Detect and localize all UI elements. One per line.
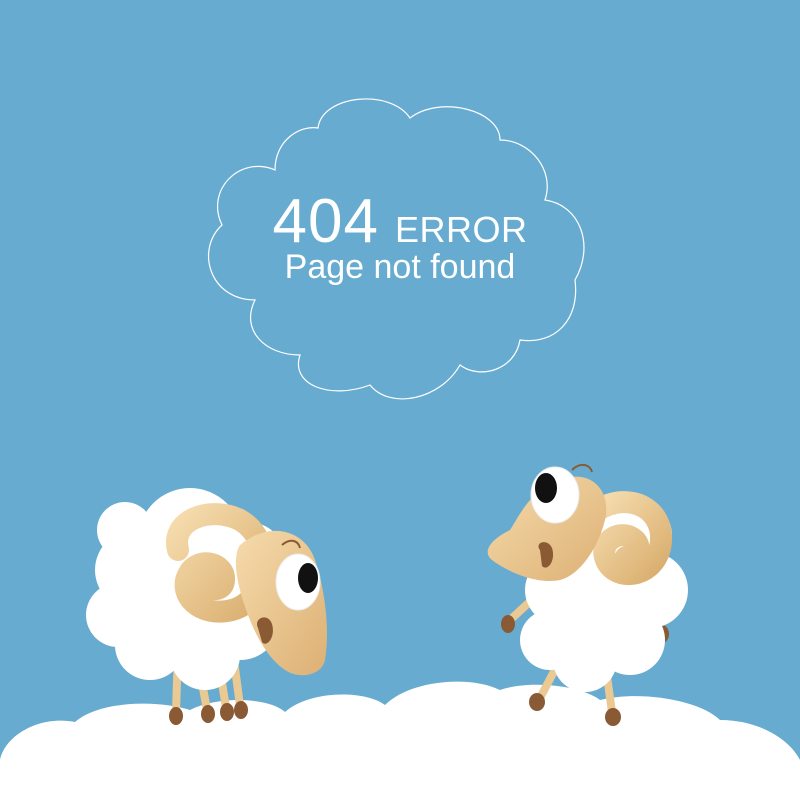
error-page: 404 ERROR Page not found [0,0,800,800]
ground-cloud-illustration [0,681,800,800]
illustration-canvas [0,98,800,800]
error-heading: 404 ERROR [200,186,600,257]
error-message: Page not found [284,248,516,286]
sheep-left-illustration [86,488,327,725]
error-word: ERROR [394,209,528,250]
error-code: 404 [272,187,379,256]
